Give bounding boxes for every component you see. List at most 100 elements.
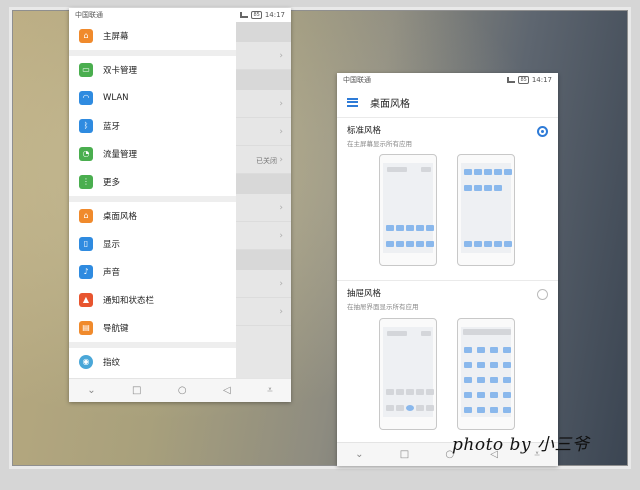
menu-item-label: 桌面风格	[103, 212, 138, 222]
chevron-down-icon[interactable]: ⌄	[87, 385, 95, 396]
navigation-key-icon: ▤	[79, 321, 93, 335]
app-tile	[494, 185, 502, 191]
menu-item-more[interactable]: ⋮ 更多	[69, 168, 236, 196]
drawer-button	[406, 405, 414, 411]
option-subtitle: 在主屏幕显示所有应用	[347, 140, 412, 148]
app-tile	[386, 241, 394, 247]
standard-preview-home	[379, 154, 437, 266]
menu-icon[interactable]	[347, 97, 358, 107]
app-tile	[464, 392, 472, 398]
more-icon: ⋮	[79, 175, 93, 189]
app-tile	[474, 185, 482, 191]
menu-item-label: 声音	[103, 268, 121, 278]
chevron-down-icon[interactable]: ⌄	[355, 449, 363, 460]
app-tile	[416, 389, 424, 395]
app-tile	[386, 225, 394, 231]
chevron-right-icon: ›	[279, 155, 283, 165]
chevron-right-icon: ›	[279, 51, 283, 61]
app-tile	[490, 392, 498, 398]
bluetooth-icon: ᛒ	[79, 119, 93, 133]
chevron-right-icon: ›	[279, 127, 283, 137]
menu-item-home-screen[interactable]: ⌂ 主屏幕	[69, 22, 236, 50]
menu-item-fingerprint[interactable]: ◉ 指纹	[69, 348, 236, 376]
back-icon[interactable]: ◁	[223, 385, 231, 396]
recents-icon[interactable]: □	[132, 385, 141, 396]
clock: 14:17	[264, 11, 285, 19]
chevron-right-icon: ›	[279, 99, 283, 109]
wifi-icon: ◠	[79, 91, 93, 105]
menu-item-wlan[interactable]: ◠ WLAN	[69, 84, 236, 112]
app-tile	[477, 392, 485, 398]
settings-row[interactable]: ›	[236, 42, 291, 70]
status-bar: 中国联通 85 14:17	[69, 8, 291, 22]
standard-preview-page2	[457, 154, 515, 266]
preview-widget	[421, 331, 431, 336]
battery-icon: 85	[518, 76, 529, 84]
setting-value: 已关闭	[256, 157, 277, 165]
drawer-preview-home	[379, 318, 437, 430]
app-tile	[416, 241, 424, 247]
app-tile	[426, 241, 434, 247]
app-tile	[484, 185, 492, 191]
app-tile	[494, 241, 502, 247]
settings-row[interactable]: ›	[236, 194, 291, 222]
settings-row[interactable]: ›	[236, 118, 291, 146]
app-tile	[386, 405, 394, 411]
menu-item-label: 通知和状态栏	[103, 296, 155, 306]
settings-row[interactable]: ›	[236, 270, 291, 298]
option-standard-style[interactable]: 标准风格 在主屏幕显示所有应用	[337, 117, 558, 280]
app-tile	[503, 407, 511, 413]
app-tile	[484, 241, 492, 247]
app-tile	[464, 347, 472, 353]
app-tile	[474, 241, 482, 247]
signal-icon	[507, 77, 516, 83]
settings-row[interactable]: ›	[236, 90, 291, 118]
menu-item-notifications[interactable]: ▲ 通知和状态栏	[69, 286, 236, 314]
menu-item-dual-sim[interactable]: ▭ 双卡管理	[69, 56, 236, 84]
menu-item-data-usage[interactable]: ◔ 流量管理	[69, 140, 236, 168]
menu-item-home-style[interactable]: ⌂ 桌面风格	[69, 202, 236, 230]
chevron-right-icon: ›	[279, 231, 283, 241]
radio-standard-style[interactable]	[537, 126, 548, 137]
home-circle-icon[interactable]: ○	[178, 385, 187, 396]
display-icon: ▯	[79, 237, 93, 251]
menu-item-display[interactable]: ▯ 显示	[69, 230, 236, 258]
app-tile	[477, 377, 485, 383]
fingerprint-icon: ◉	[79, 355, 93, 369]
app-tile	[416, 405, 424, 411]
app-tile	[503, 377, 511, 383]
app-tile	[416, 225, 424, 231]
menu-item-sound[interactable]: ♪ 声音	[69, 258, 236, 286]
menu-item-label: 显示	[103, 240, 121, 250]
app-tile	[406, 241, 414, 247]
settings-row[interactable]: ›	[236, 222, 291, 250]
radio-drawer-style[interactable]	[537, 289, 548, 300]
app-tile	[406, 225, 414, 231]
app-tile	[494, 169, 502, 175]
option-drawer-style[interactable]: 抽屉风格 在抽屉界面显示所有应用	[337, 280, 558, 442]
app-tile	[477, 362, 485, 368]
home-style-icon: ⌂	[79, 209, 93, 223]
settings-list-behind: › › › 已关闭 › › › › ›	[236, 22, 291, 384]
data-usage-icon: ◔	[79, 147, 93, 161]
divider	[236, 174, 291, 194]
navigation-bar: ⌄ □ ○ ◁ ⩡	[69, 378, 291, 402]
menu-item-label: 双卡管理	[103, 66, 138, 76]
chevron-right-icon: ›	[279, 203, 283, 213]
home-icon: ⌂	[79, 29, 93, 43]
app-tile	[490, 347, 498, 353]
app-tile	[484, 169, 492, 175]
app-tile	[503, 392, 511, 398]
app-tile	[504, 241, 512, 247]
preview-widget	[387, 167, 407, 172]
option-title: 抽屉风格	[347, 289, 382, 299]
settings-row[interactable]: ›	[236, 298, 291, 326]
chevron-right-icon: ›	[279, 279, 283, 289]
settings-row[interactable]: 已关闭 ›	[236, 146, 291, 174]
menu-item-bluetooth[interactable]: ᛒ 蓝牙	[69, 112, 236, 140]
menu-item-navigation-key[interactable]: ▤ 导航键	[69, 314, 236, 342]
app-tile	[396, 389, 404, 395]
notification-pull-icon[interactable]: ⩡	[267, 385, 273, 396]
recents-icon[interactable]: □	[400, 449, 409, 460]
sim-icon: ▭	[79, 63, 93, 77]
